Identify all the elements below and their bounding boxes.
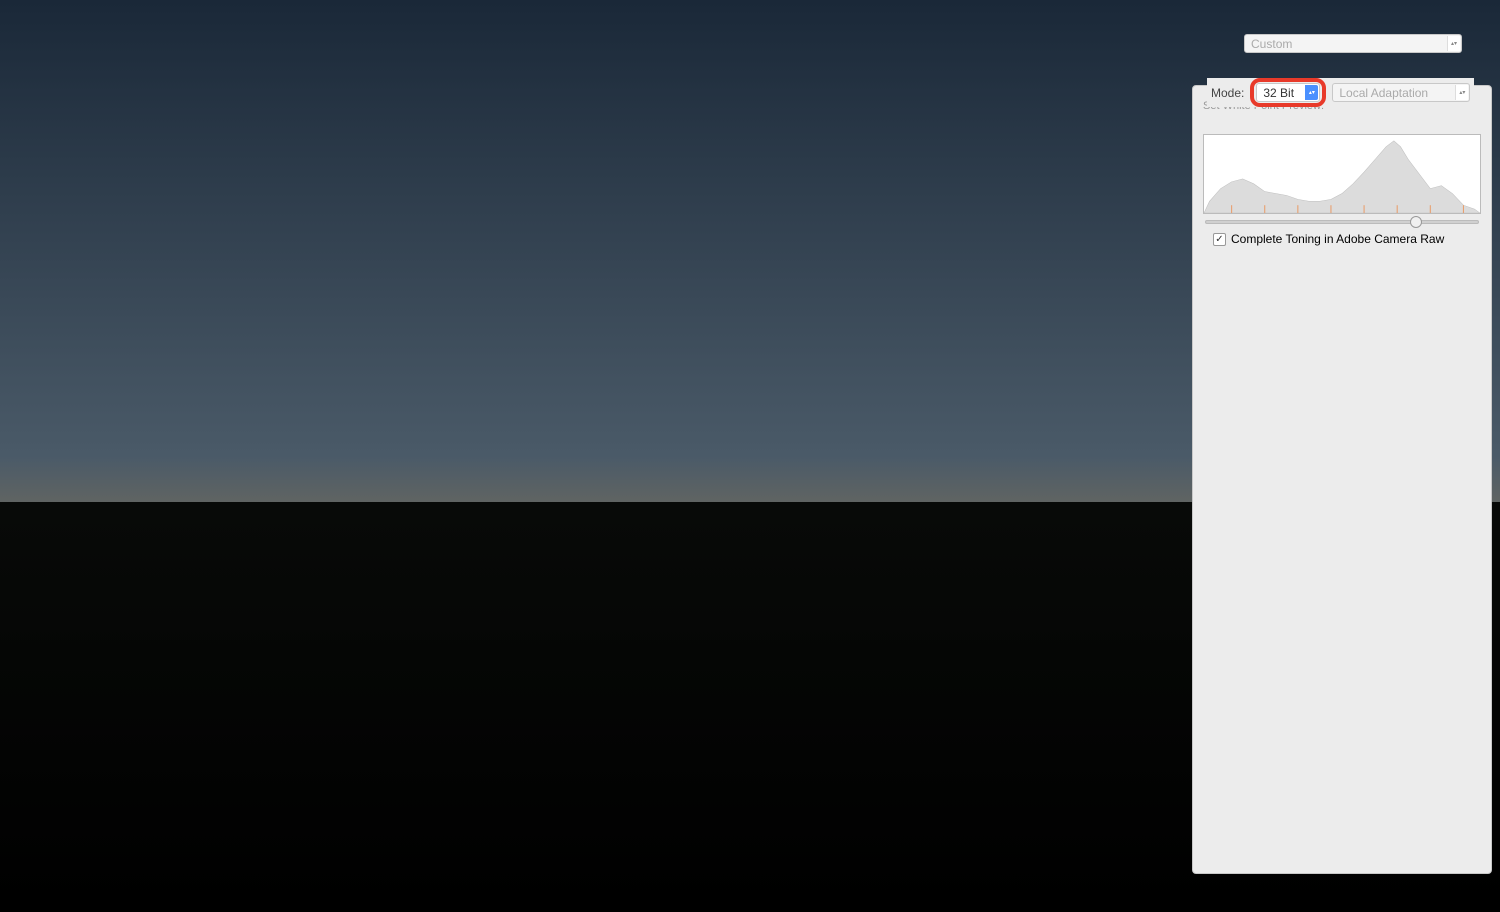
adaptation-select[interactable]: Local Adaptation ▴▾ (1332, 83, 1470, 102)
preset-value: Custom (1251, 37, 1292, 51)
histogram (1203, 134, 1481, 214)
slider-thumb[interactable] (1410, 216, 1422, 228)
mode-label: Mode: (1211, 86, 1244, 100)
preset-select[interactable]: Custom ▴▾ (1244, 34, 1462, 53)
thumbnail-strip: ✓ EV +0.94 ✓ EV 0.00 ✓ EV -2.00 (8, 784, 1184, 904)
mode-panel: Mode: 32 Bit ▴▾ Local Adaptation ▴▾ Set … (1192, 85, 1492, 874)
complete-toning-checkbox[interactable]: ✓ (1213, 233, 1226, 246)
hdr-pro-window: Merge to HDR Pro (100%) (0, 0, 1500, 912)
whitepoint-slider[interactable] (1205, 220, 1479, 224)
thumbnail-item[interactable]: ✓ EV -2.00 (569, 794, 701, 893)
mode-value: 32 Bit (1263, 86, 1294, 100)
chevron-updown-icon: ▴▾ (1305, 85, 1318, 100)
complete-toning-label: Complete Toning in Adobe Camera Raw (1231, 232, 1444, 246)
left-column: − + 100% ✓ EV +0.94 ✓ (8, 30, 1184, 904)
mode-select[interactable]: 32 Bit ▴▾ (1256, 83, 1320, 102)
chevron-updown-icon: ▴▾ (1447, 36, 1460, 51)
content-area: − + 100% ✓ EV +0.94 ✓ (0, 22, 1500, 912)
adaptation-value: Local Adaptation (1339, 86, 1428, 100)
chevron-updown-icon: ▴▾ (1455, 85, 1468, 100)
settings-panel: Preset: Custom ▴▾ ✓ Remove ghosts (1192, 30, 1492, 904)
thumbnail-image (569, 794, 701, 882)
histogram-svg (1204, 135, 1480, 213)
highlight-annotation: 32 Bit ▴▾ (1250, 78, 1326, 107)
